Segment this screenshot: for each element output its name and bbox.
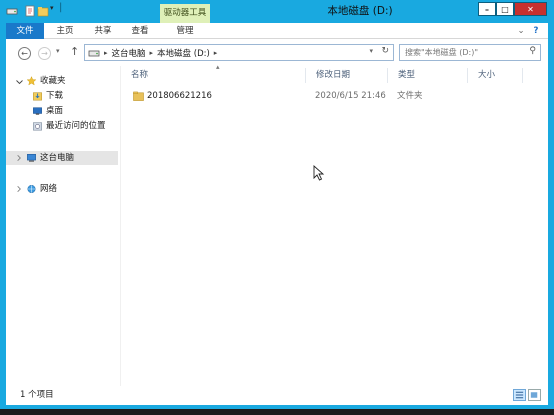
tab-share[interactable]: 共享 [90,23,116,39]
refresh-icon[interactable]: ↻ [381,46,389,56]
minimize-button[interactable]: – [478,2,496,16]
expand-arrow-icon[interactable] [15,153,23,163]
file-row[interactable]: 201806621216 2020/6/15 21:46 文件夹 [121,89,548,103]
file-name: 201806621216 [147,91,212,101]
column-header-size[interactable]: 大小 [468,68,523,83]
tab-file[interactable]: 文件 [6,23,44,39]
close-button[interactable]: ✕ [514,2,547,16]
breadcrumb-local-disk[interactable]: 本地磁盘 (D:) [157,47,210,59]
computer-icon [27,154,36,162]
expand-arrow-icon[interactable] [15,184,23,194]
large-icons-view-icon [530,392,538,398]
mouse-cursor-icon [313,165,325,181]
download-folder-icon [33,92,42,101]
network-icon [27,185,36,193]
tab-view[interactable]: 查看 [127,23,153,39]
search-box[interactable]: 搜索"本地磁盘 (D:)" ⚲ [399,44,541,61]
drive-icon [88,50,100,56]
details-view-button[interactable] [513,389,526,401]
sidebar-item-label: 收藏夹 [40,76,66,86]
sidebar-item-label: 下载 [46,91,64,101]
navigation-bar: ← → ▾ ↑ ▸ 这台电脑 ▸ 本地磁盘 (D:) ▸ ▾ ↻ 搜索"本地磁盘… [6,39,548,66]
sidebar-item-network[interactable]: 网络 [6,182,118,196]
help-icon[interactable]: ? [530,23,542,39]
explorer-window: ▾ | 驱动器工具 本地磁盘 (D:) – □ ✕ 文件 主页 共享 查看 管理… [0,0,554,409]
recent-locations-icon[interactable]: ▾ [56,47,60,55]
sidebar-item-label: 最近访问的位置 [46,121,106,131]
file-list: ▴ 名称 修改日期 类型 大小 201806621216 2020/6/15 2… [121,63,548,386]
item-count: 1 个项目 [20,390,54,400]
column-header-type[interactable]: 类型 [388,68,468,83]
quick-access-toolbar: ▾ | [6,2,76,18]
search-input[interactable]: 搜索"本地磁盘 (D:)" [405,47,478,58]
breadcrumb-separator-icon[interactable]: ▸ [214,49,218,57]
up-button[interactable]: ↑ [70,45,79,58]
sidebar-item-label: 桌面 [46,106,64,116]
sidebar-item-recent-places[interactable]: 最近访问的位置 [6,119,118,133]
tab-home[interactable]: 主页 [52,23,78,39]
details-view-icon [515,391,524,399]
breadcrumb-separator-icon[interactable]: ▸ [150,49,154,57]
collapse-arrow-icon[interactable] [15,77,24,87]
main-area: 收藏夹 下载 桌面 最近访问的位置 这台电脑 网络 ▴ 名称 修改日期 类型 大… [6,63,548,386]
recent-places-icon [33,122,42,131]
breadcrumb-separator-icon[interactable]: ▸ [104,49,108,57]
expand-ribbon-icon[interactable]: ⌄ [515,23,527,39]
column-header-name[interactable]: 名称 [121,68,306,83]
ribbon-tabs: 文件 主页 共享 查看 管理 ⌄ ? [6,23,548,39]
sidebar-item-favorites[interactable]: 收藏夹 [6,74,118,88]
folder-icon [133,91,144,101]
forward-button[interactable]: → [38,47,51,60]
file-type: 文件夹 [397,91,423,101]
desktop-icon [33,107,42,115]
star-icon [26,76,37,86]
window-title: 本地磁盘 (D:) [327,5,393,17]
breadcrumb-this-pc[interactable]: 这台电脑 [112,47,146,59]
back-button[interactable]: ← [18,47,31,60]
status-bar: 1 个项目 [6,386,548,405]
sidebar-item-downloads[interactable]: 下载 [6,89,118,103]
tab-manage[interactable]: 管理 [172,23,198,39]
file-date: 2020/6/15 21:46 [315,91,386,101]
qa-separator: | [59,2,63,13]
sidebar-item-this-pc[interactable]: 这台电脑 [6,151,118,165]
contextual-tab-group: 驱动器工具 [160,4,210,23]
properties-icon[interactable] [24,5,36,17]
title-bar: ▾ | 驱动器工具 本地磁盘 (D:) – □ ✕ [0,0,554,23]
sidebar-item-label: 这台电脑 [40,153,75,163]
qa-customize-icon[interactable]: ▾ [50,4,54,12]
drive-icon[interactable] [6,5,18,17]
navigation-pane: 收藏夹 下载 桌面 最近访问的位置 这台电脑 网络 [6,66,120,386]
address-dropdown-icon[interactable]: ▾ [369,47,373,55]
search-icon[interactable]: ⚲ [529,46,536,56]
sidebar-item-desktop[interactable]: 桌面 [6,104,118,118]
column-header-date[interactable]: 修改日期 [306,68,388,83]
sidebar-item-label: 网络 [40,184,58,194]
new-folder-icon[interactable] [37,5,49,17]
address-bar[interactable]: ▸ 这台电脑 ▸ 本地磁盘 (D:) ▸ ▾ ↻ [84,44,394,61]
maximize-button[interactable]: □ [496,2,514,16]
large-icons-view-button[interactable] [528,389,541,401]
